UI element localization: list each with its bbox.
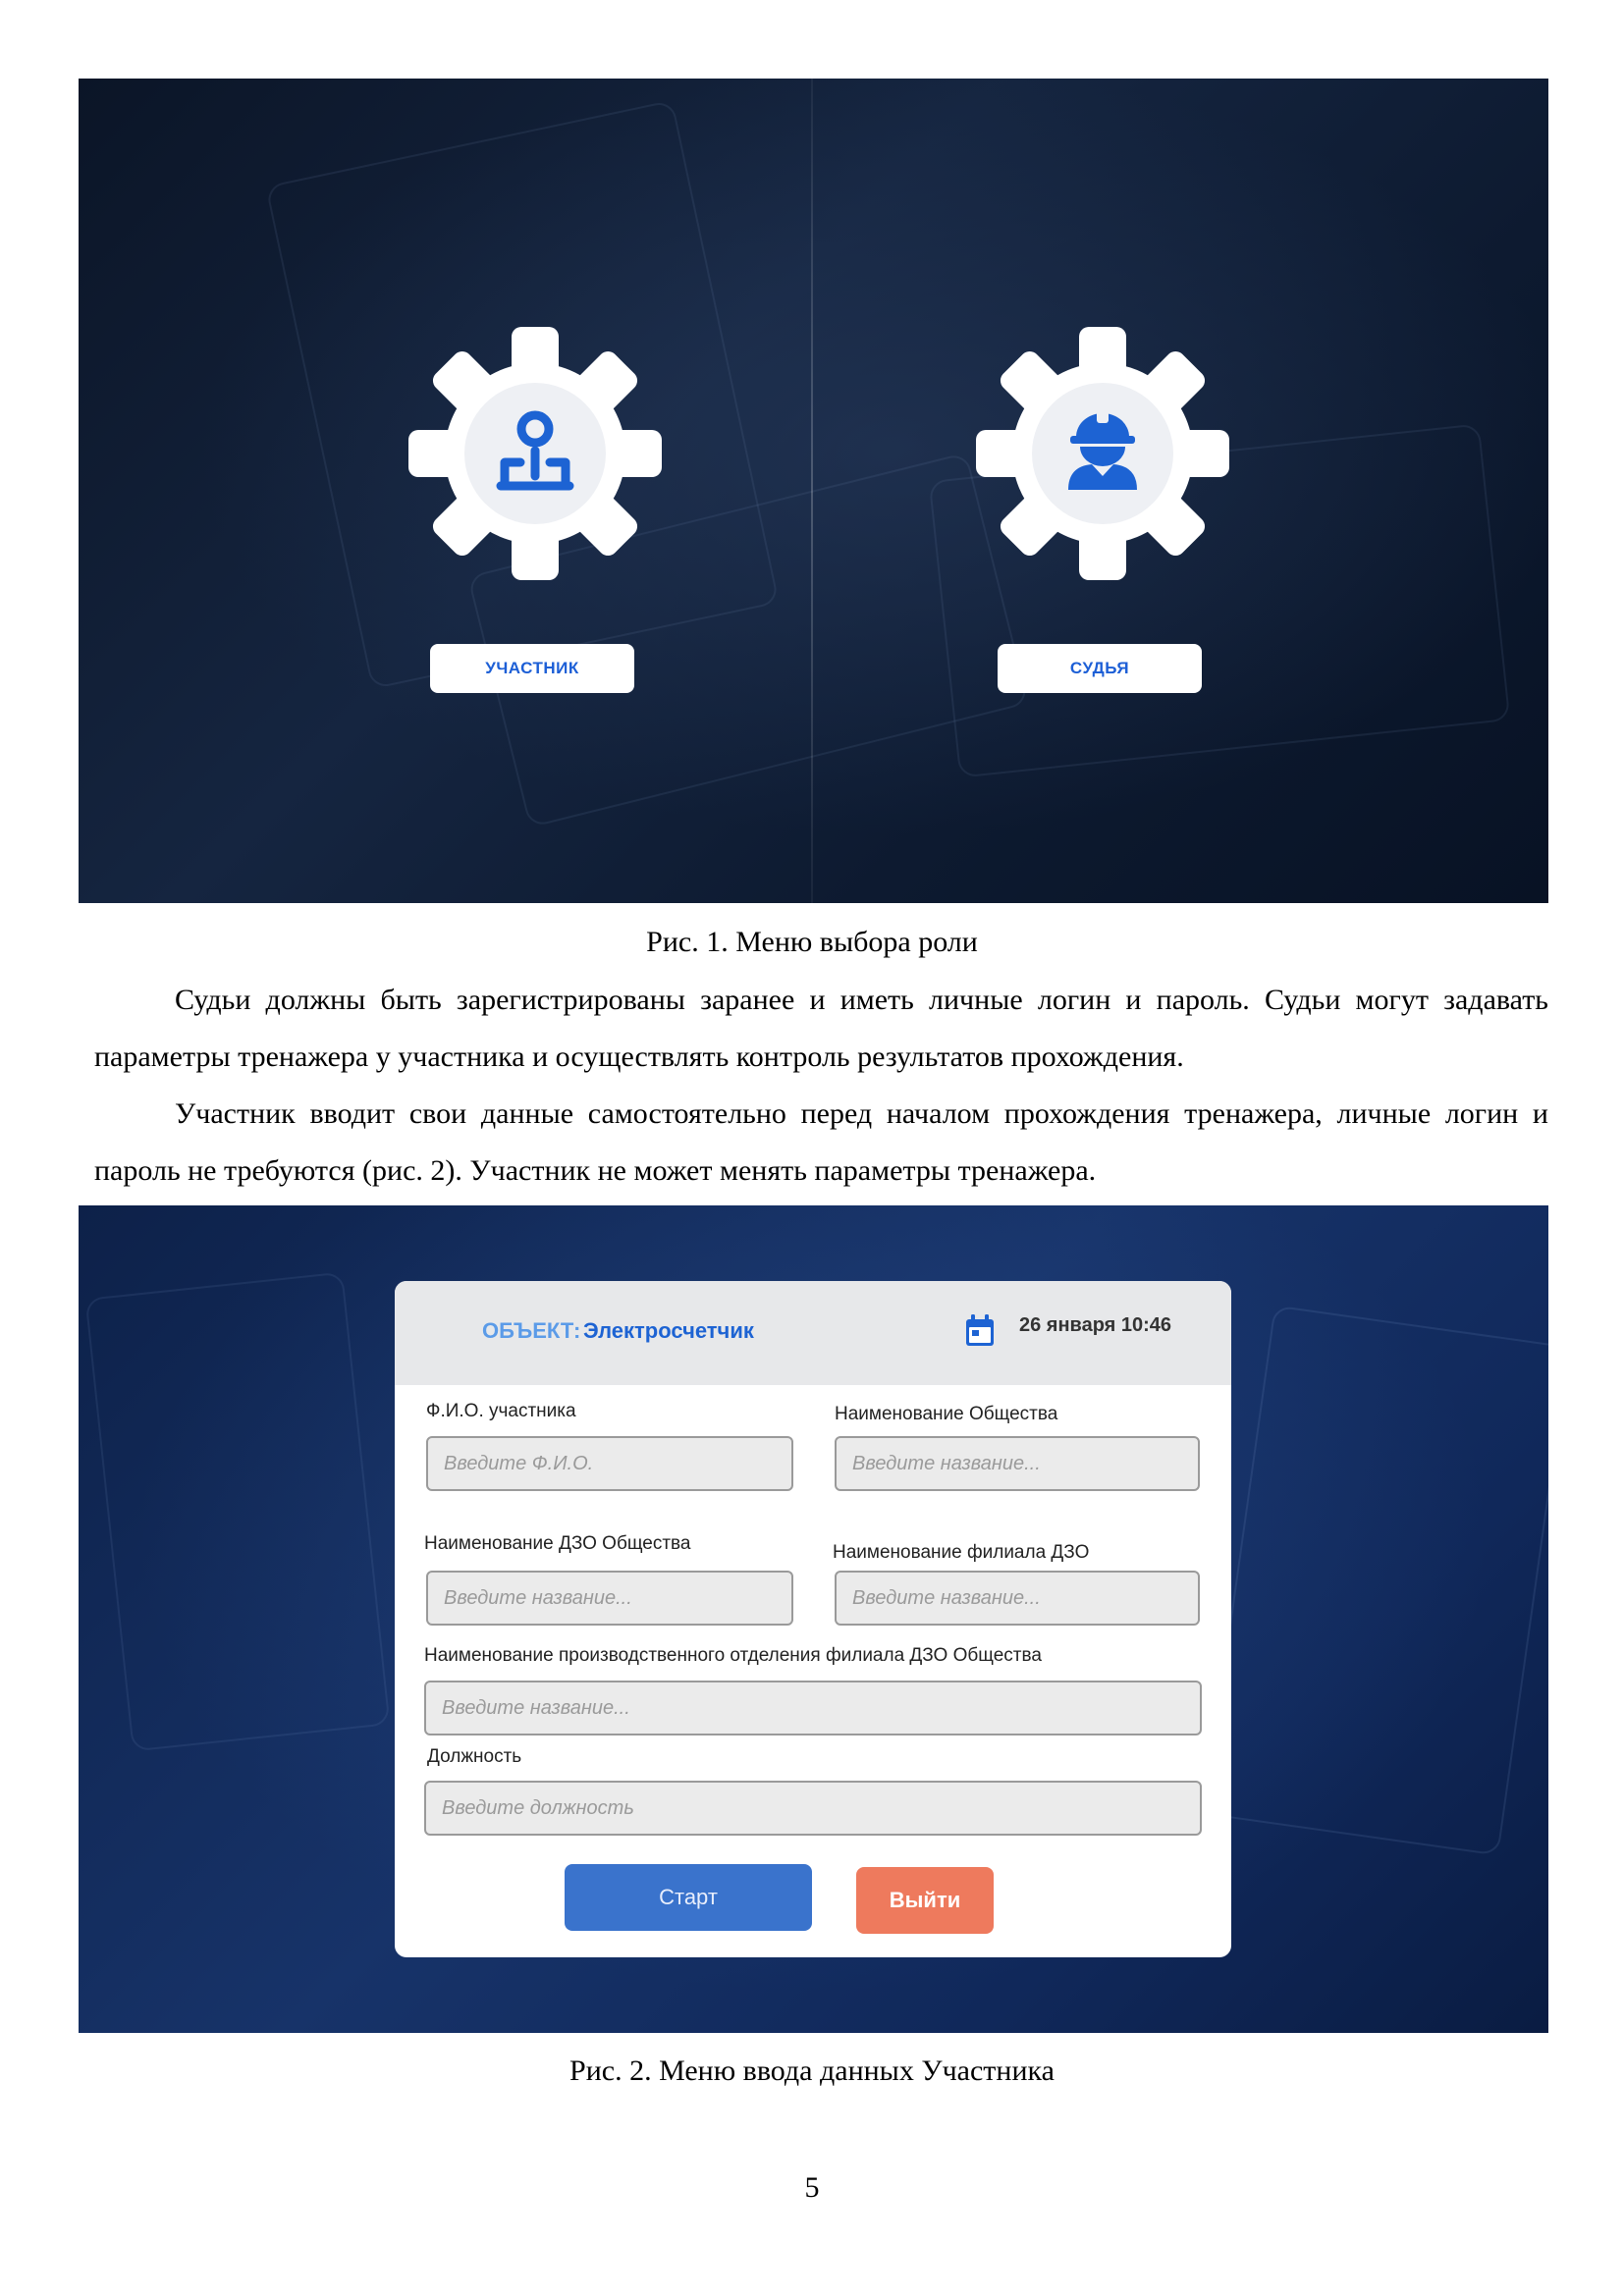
background-device-outline	[84, 1271, 391, 1752]
form-header: ОБЪЕКТ: Электросчетчик 26 января 10:46	[395, 1281, 1231, 1385]
judge-button[interactable]: СУДЬЯ	[998, 644, 1202, 693]
paragraph-judges: Судьи должны быть зарегистрированы заран…	[94, 984, 1548, 1073]
fio-input[interactable]	[426, 1436, 793, 1491]
figure-2-caption: Рис. 2. Меню ввода данных Участника	[569, 2055, 1055, 2087]
gear-icon	[408, 327, 662, 580]
division-input[interactable]	[424, 1681, 1202, 1735]
object-value: Электросчетчик	[583, 1318, 754, 1343]
division-label: Наименование производственного отделения…	[424, 1645, 1042, 1666]
date-time: 26 января 10:46	[1019, 1314, 1172, 1336]
paragraph-participant: Участник вводит свои данные самостоятель…	[94, 1097, 1548, 1187]
judge-gear[interactable]	[970, 321, 1235, 586]
role-selection-screenshot: УЧАСТНИК СУДЬЯ	[79, 79, 1548, 903]
form-panel: ОБЪЕКТ: Электросчетчик 26 января 10:46 Ф…	[395, 1281, 1231, 1957]
dzo-input[interactable]	[426, 1571, 793, 1626]
participant-gear[interactable]	[403, 321, 668, 586]
start-button[interactable]: Старт	[565, 1864, 812, 1931]
object-label: ОБЪЕКТ:	[482, 1318, 581, 1343]
participant-button[interactable]: УЧАСТНИК	[430, 644, 634, 693]
center-divider	[811, 79, 813, 903]
fio-label: Ф.И.О. участника	[426, 1401, 576, 1421]
dzo-label: Наименование ДЗО Общества	[424, 1533, 691, 1554]
branch-label: Наименование филиала ДЗО	[833, 1542, 1090, 1563]
branch-input[interactable]	[835, 1571, 1200, 1626]
company-label: Наименование Общества	[835, 1404, 1058, 1424]
company-input[interactable]	[835, 1436, 1200, 1491]
gear-icon	[976, 327, 1229, 580]
participant-form-screenshot: ОБЪЕКТ: Электросчетчик 26 января 10:46 Ф…	[79, 1205, 1548, 2033]
position-label: Должность	[427, 1746, 522, 1767]
calendar-icon	[966, 1314, 994, 1346]
position-input[interactable]	[424, 1781, 1202, 1836]
figure-1-caption: Рис. 1. Меню выбора роли	[646, 926, 978, 958]
page-number: 5	[804, 2171, 820, 2204]
exit-button[interactable]: Выйти	[856, 1867, 994, 1934]
